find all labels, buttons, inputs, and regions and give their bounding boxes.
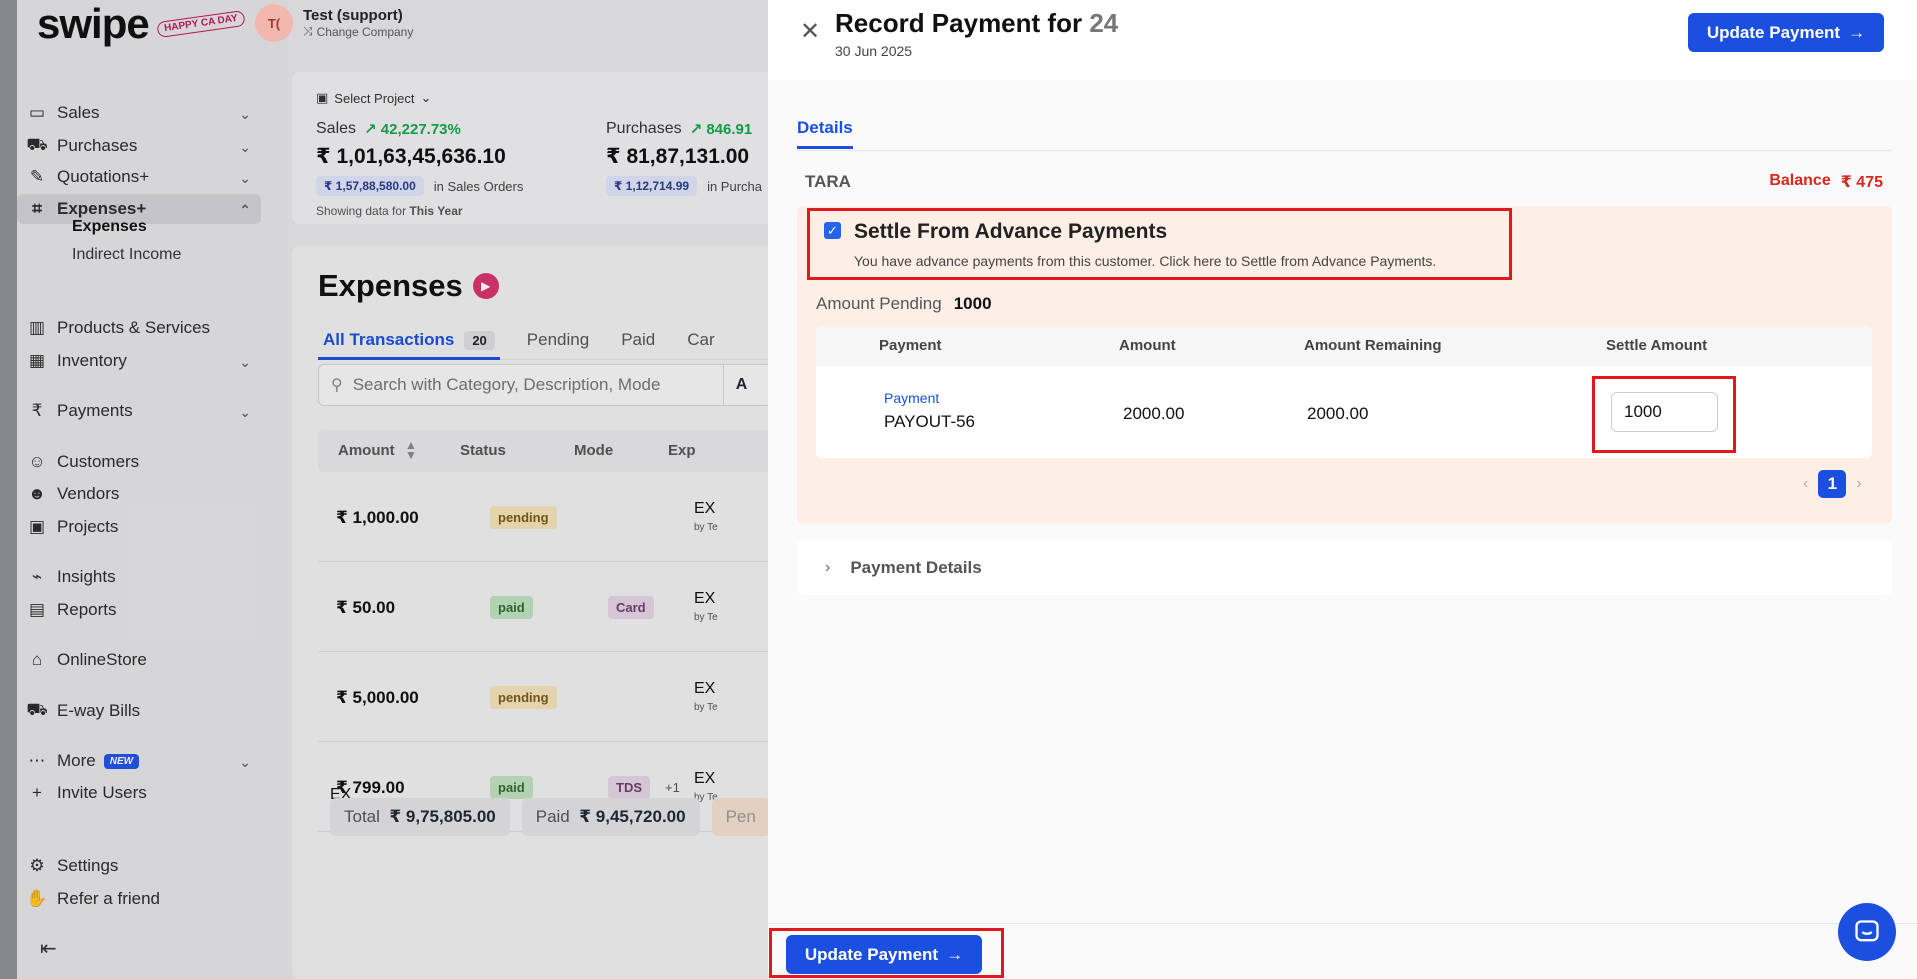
party-name: TARA (805, 172, 851, 191)
update-payment-button[interactable]: Update Payment → (1688, 13, 1884, 52)
payment-remaining: 2000.00 (1307, 404, 1369, 423)
drawer-title-text: Record Payment for (835, 8, 1083, 38)
avatar: T( (255, 4, 293, 42)
payment-details-label: Payment Details (850, 557, 982, 577)
drawer-title: Record Payment for 24 (835, 8, 1118, 39)
highlight-settle-checkbox (807, 208, 1512, 280)
footer-divider (768, 923, 1917, 924)
tab-details-label: Details (797, 118, 853, 137)
change-company-link[interactable]: ⤨ Change Company (303, 24, 413, 39)
payment-amount: 2000.00 (1123, 404, 1185, 423)
balance-label: Balance (1769, 172, 1831, 189)
prev-page-icon[interactable]: ‹ (1803, 475, 1808, 493)
update-payment-label: Update Payment (1706, 22, 1841, 42)
payment-id: PAYOUT-56 (884, 412, 976, 431)
pagination: ‹ 1 › (1803, 470, 1862, 498)
col-payment: Payment (879, 337, 942, 354)
record-payment-drawer: ✕ Record Payment for 24 30 Jun 2025 Upda… (768, 0, 1917, 979)
next-page-icon[interactable]: › (1856, 475, 1861, 493)
close-icon[interactable]: ✕ (800, 20, 820, 44)
settle-table-header: Payment Amount Amount Remaining Settle A… (816, 326, 1872, 366)
highlight-settle-amount (1592, 376, 1736, 453)
drawer-title-number: 24 (1089, 8, 1119, 38)
shuffle-icon: ⤨ (303, 24, 313, 38)
col-settle-amount: Settle Amount (1606, 337, 1708, 354)
amount-pending: Amount Pending 1000 (816, 294, 992, 314)
chat-support-button[interactable] (1838, 903, 1896, 961)
col-amount-remaining: Amount Remaining (1304, 337, 1442, 354)
tab-details[interactable]: Details (797, 118, 853, 149)
tab-divider (797, 150, 1892, 151)
sidebar-subitem-indirect-income[interactable]: Indirect Income (72, 246, 181, 264)
payment-details-accordion[interactable]: › Payment Details (797, 540, 1892, 595)
page-number[interactable]: 1 (1818, 470, 1847, 498)
highlight-update-button (769, 928, 1004, 978)
col-amount: Amount (1119, 337, 1176, 354)
amount-pending-value: 1000 (953, 294, 992, 313)
payment-type-link[interactable]: Payment (884, 390, 939, 406)
arrow-right-icon: → (1848, 22, 1866, 42)
company-switcher[interactable]: T( Test (support) ⤨ Change Company (255, 4, 413, 42)
company-name: Test (support) (303, 7, 403, 24)
payment-date: 30 Jun 2025 (835, 43, 913, 59)
modal-backdrop[interactable] (0, 0, 768, 979)
balance-value: ₹ 475 (1840, 174, 1883, 191)
chat-icon (1855, 920, 1879, 942)
chevron-right-icon: › (825, 558, 831, 576)
balance: Balance ₹ 475 (1769, 172, 1883, 192)
change-company-label: Change Company (316, 24, 414, 39)
sidebar-subitem-expenses[interactable]: Expenses (72, 218, 147, 236)
drawer-header: ✕ Record Payment for 24 30 Jun 2025 Upda… (768, 0, 1917, 80)
amount-pending-label: Amount Pending (816, 294, 942, 313)
